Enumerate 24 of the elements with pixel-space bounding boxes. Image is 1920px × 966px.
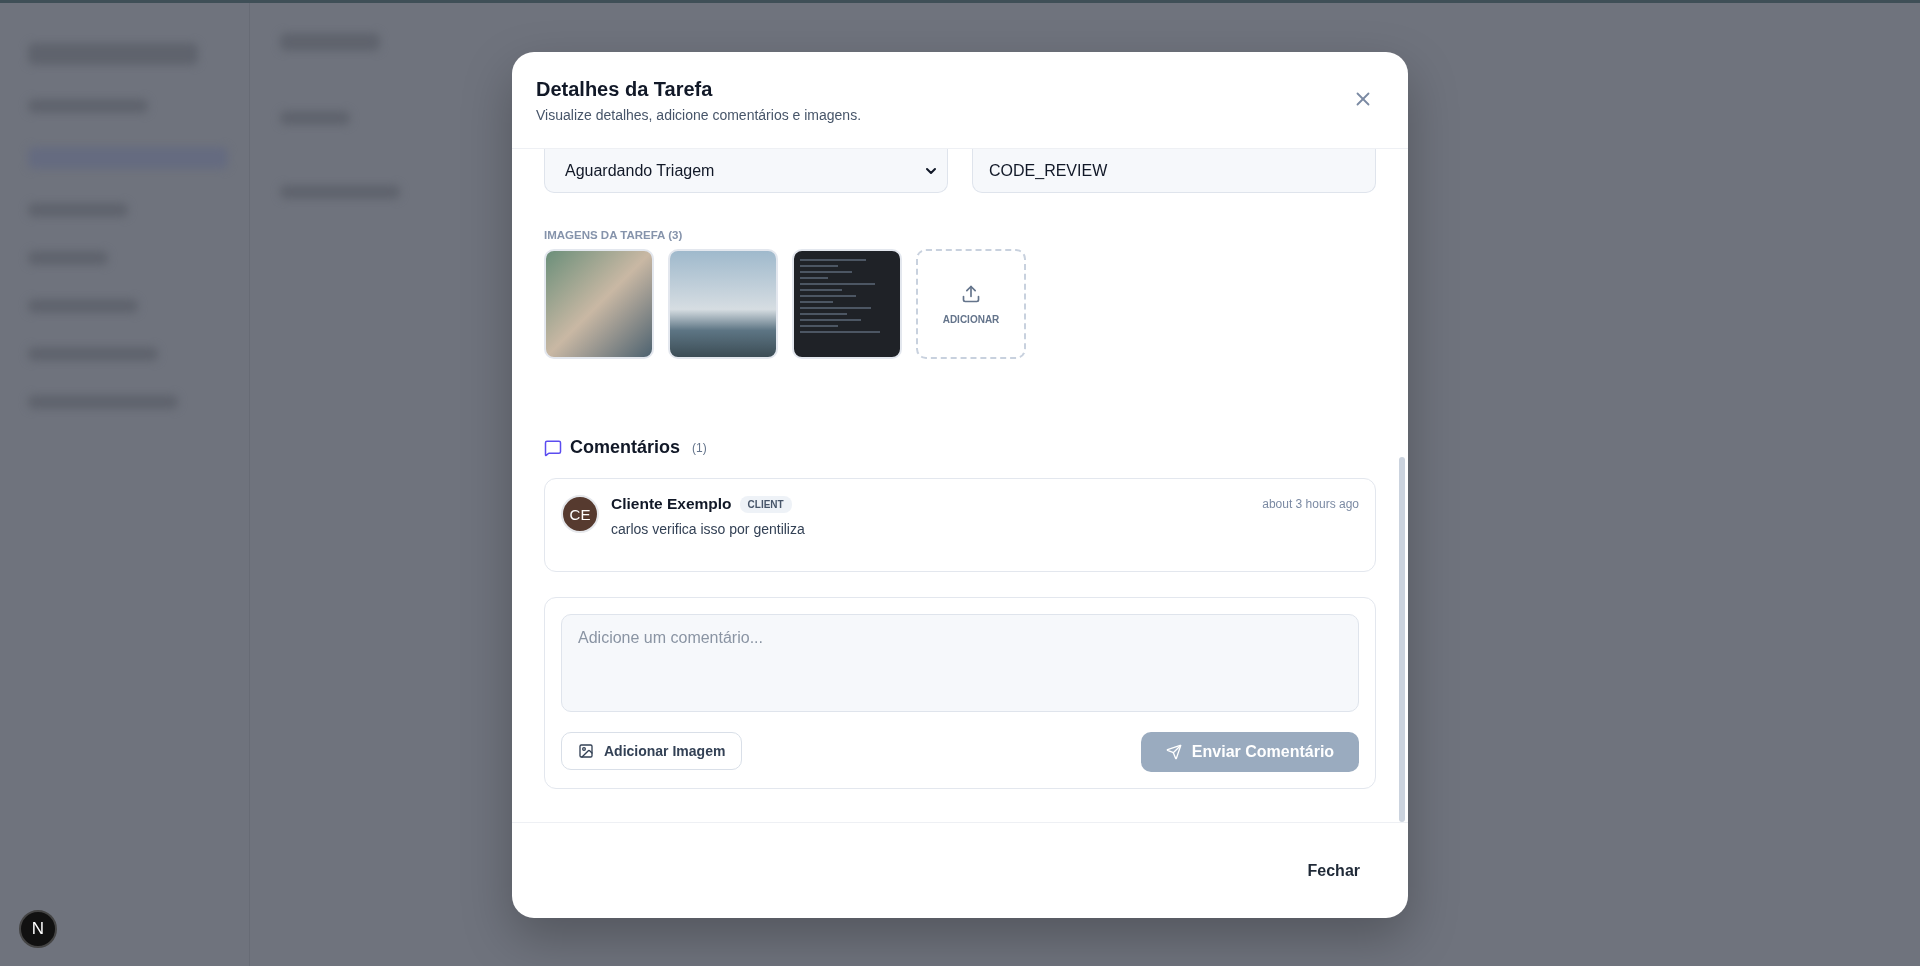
comment-icon bbox=[544, 438, 562, 457]
send-icon bbox=[1165, 744, 1182, 760]
role-badge: CLIENT bbox=[739, 495, 792, 513]
photo-placeholder[interactable] bbox=[668, 249, 778, 359]
comment-time: about 3 hours ago bbox=[1262, 497, 1359, 511]
comment-text: carlos verifica isso por gentiliza bbox=[611, 521, 806, 537]
close-button[interactable]: Fechar bbox=[1295, 853, 1372, 888]
add-image-button[interactable]: Adicionar Imagem bbox=[561, 732, 743, 770]
avatar: CE bbox=[561, 495, 599, 533]
dialog-subtitle: Visualize detalhes, adicione comentários e imagens. bbox=[536, 107, 863, 123]
terminal-screenshot[interactable] bbox=[792, 249, 902, 359]
comment-author: Cliente Exemplo bbox=[611, 495, 732, 513]
images-label: IMAGENS DA TAREFA (3) bbox=[544, 229, 684, 241]
photo-placeholder[interactable] bbox=[544, 249, 654, 359]
comment-input[interactable]: Adicione um comentário... bbox=[561, 614, 1359, 712]
upload-icon bbox=[961, 283, 981, 304]
scrollbar[interactable] bbox=[1399, 457, 1405, 822]
image-icon bbox=[578, 743, 594, 759]
add-image-button[interactable]: ADICIONAR bbox=[916, 249, 1026, 359]
comments-title: Comentários bbox=[570, 437, 681, 458]
comments-count: (1) bbox=[692, 440, 707, 455]
stage-input[interactable]: CODE_REVIEW bbox=[972, 149, 1376, 193]
status-select[interactable]: Aguardando Triagem bbox=[544, 149, 948, 193]
dialog-title: Detalhes da Tarefa bbox=[536, 78, 713, 101]
